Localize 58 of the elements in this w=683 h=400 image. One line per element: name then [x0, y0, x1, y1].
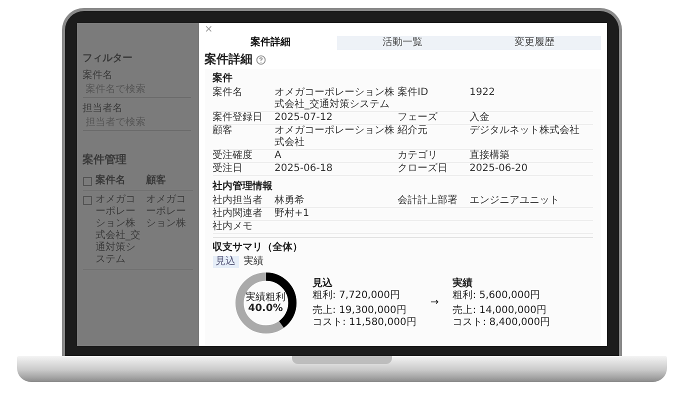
field-label: 顧客 — [212, 125, 234, 138]
table-cell-text: オメガコーポレーション株 — [146, 194, 187, 230]
sales-text: 売上: 19,300,000円 — [312, 304, 408, 316]
toggle-button[interactable]: 見込 — [212, 256, 238, 268]
field-label: 案件名 — [212, 87, 244, 100]
field-label: 受注日 — [212, 163, 244, 175]
gauge-label: 実績粗利 — [246, 292, 286, 302]
field-value: 2025-06-20 — [470, 163, 529, 175]
field-value: エンジニアユニット — [470, 195, 560, 207]
section-title: 社内管理情報 — [212, 181, 274, 193]
field-label: 案件登録日 — [212, 112, 264, 124]
field-value: 1922 — [470, 87, 496, 100]
sales-text: 売上: 14,000,000円 — [452, 304, 548, 316]
tab[interactable]: 活動一覧 — [336, 36, 468, 50]
gauge-reading: 40.0% — [248, 302, 283, 314]
field-value: A — [274, 150, 282, 162]
field-value: デジタルネット株式会社 — [470, 125, 580, 138]
field-label: 会計計上部署 — [398, 195, 458, 207]
column-title: 実績 — [452, 278, 474, 290]
cost-text: コスト: 8,400,000円 — [452, 316, 550, 328]
field-value: 直接構築 — [470, 150, 510, 162]
field-value: オメガコーポレーション株式会社_交通対策システム — [274, 87, 396, 111]
field-value: 2025-07-12 — [274, 112, 334, 124]
field-value: 林勇希 — [274, 195, 306, 207]
field-label: フェーズ — [398, 112, 438, 124]
field-label: 社内担当者 — [212, 195, 264, 207]
field-label: 紹介元 — [398, 125, 428, 138]
profit-text: 粗利: 7,720,000円 — [312, 290, 401, 302]
checkbox[interactable] — [82, 196, 92, 205]
toggle-button[interactable]: 実績 — [240, 256, 266, 268]
field-label: クローズ日 — [398, 163, 448, 175]
field-label: カテゴリ — [398, 150, 438, 162]
field-value: オメガコーポレーション株式会社 — [274, 125, 396, 149]
column-header: 案件名 — [96, 175, 126, 187]
tab[interactable]: 変更履歴 — [468, 36, 600, 50]
field-label: 社内関連者 — [212, 208, 264, 220]
arrow-icon: → — [430, 297, 439, 309]
field-label: 案件ID — [398, 87, 430, 100]
list-title: 案件管理 — [82, 154, 126, 166]
section-title: 収支サマリ（全体） — [212, 242, 302, 254]
filter-label: 担当者名 — [82, 103, 122, 115]
field-label: 受注確度 — [212, 150, 254, 162]
column-title: 見込 — [312, 278, 334, 290]
field-value: 入金 — [470, 112, 490, 124]
filter-title: フィルター — [82, 53, 132, 65]
section-title: 案件 — [212, 73, 234, 85]
filter-label: 案件名 — [82, 70, 112, 82]
field-value: 2025-06-18 — [274, 163, 334, 175]
profit-text: 粗利: 5,600,000円 — [452, 290, 542, 302]
cost-text: コスト: 11,580,000円 — [312, 316, 416, 328]
field-label: 社内メモ — [212, 221, 254, 233]
column-header: 顧客 — [146, 175, 167, 187]
field-value: 野村+1 — [274, 208, 310, 220]
page-title: 案件詳細 — [204, 52, 252, 67]
tab[interactable]: 案件詳細 — [204, 36, 336, 50]
checkbox[interactable] — [82, 177, 92, 186]
help-icon[interactable] — [256, 54, 266, 64]
table-cell-text: オメガコーポレーション株式会社_交通対策システム — [96, 194, 142, 266]
